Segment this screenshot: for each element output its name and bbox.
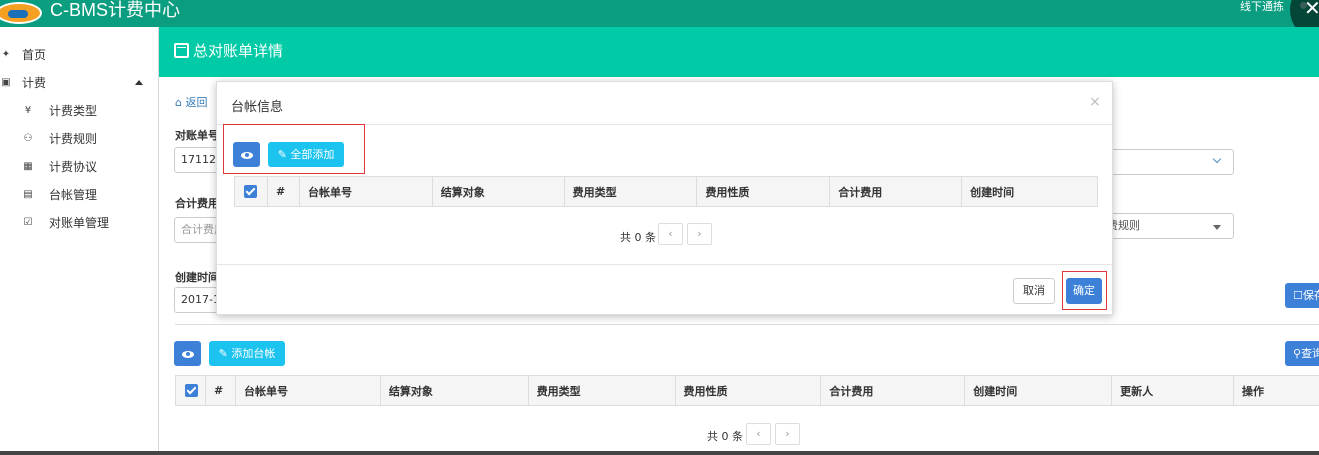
app-title: C-BMS计费中心: [50, 0, 180, 20]
chevron-up-icon: [135, 80, 143, 85]
sidebar: ✦ 首页 ▣ 计费 ¥ 计费类型 ⚇ 计费规则 ▦ 计费协议 ▤ 台帐管理 ☑ …: [0, 27, 159, 455]
modal-footer-divider: [217, 264, 1112, 265]
table-header-row: # 台帐单号 结算对象 费用类型 费用性质 合计费用 创建时间 更新人 操作: [175, 375, 1319, 406]
calendar-icon: ▦: [23, 161, 33, 172]
modal-pager-next-button[interactable]: ›: [687, 223, 712, 245]
col-fee-nature: 费用性质: [696, 176, 831, 207]
pager-next-button[interactable]: ›: [775, 423, 800, 445]
query-button[interactable]: ⚲查询: [1285, 341, 1319, 366]
calendar-check-icon: ☑: [23, 217, 33, 228]
divider: [175, 324, 1319, 325]
sidebar-item-billing-rules[interactable]: ⚇ 计费规则: [0, 125, 159, 153]
table-header-row: # 台帐单号 结算对象 费用类型 费用性质 合计费用 创建时间: [234, 176, 1098, 207]
home-icon: ✦: [1, 49, 11, 60]
checkbox-icon: [244, 185, 257, 199]
sidebar-item-billing-type[interactable]: ¥ 计费类型: [0, 97, 159, 125]
user-menu[interactable]: 线下通拣: [1240, 0, 1284, 13]
select-all-checkbox[interactable]: [175, 375, 206, 406]
col-updater: 更新人: [1111, 375, 1235, 406]
col-index: #: [266, 176, 300, 207]
page-header: 总对账单详情: [159, 27, 1319, 77]
sidebar-item-billing[interactable]: ▣ 计费: [0, 69, 159, 97]
modal-pager-total: 共 0 条: [620, 231, 656, 244]
col-total-fee: 合计费用: [829, 176, 963, 207]
highlight-box-confirm: [1062, 271, 1107, 310]
app-logo: [0, 2, 42, 24]
eye-icon: [181, 350, 194, 358]
total-fee-label: 合计费用: [175, 197, 219, 210]
sidebar-item-ledger[interactable]: ▤ 台帐管理: [0, 181, 159, 209]
sitemap-icon: ⚇: [23, 133, 33, 144]
col-actions: 操作: [1233, 375, 1319, 406]
cancel-button[interactable]: 取消: [1013, 278, 1055, 304]
highlight-box-add-all: [223, 124, 365, 174]
col-created-time: 创建时间: [964, 375, 1113, 406]
save-button[interactable]: ☐保存: [1285, 283, 1319, 308]
building-icon: ▤: [23, 189, 33, 200]
yen-icon: ¥: [24, 105, 32, 116]
col-ledger-no: 台帐单号: [298, 176, 433, 207]
statement-no-label: 对账单号: [175, 129, 219, 142]
modal-pager-prev-button[interactable]: ‹: [658, 223, 683, 245]
caret-down-icon: [1213, 225, 1221, 230]
col-total-fee: 合计费用: [820, 375, 966, 406]
bottom-bar: [0, 451, 1319, 455]
pager-total: 共 0 条: [707, 430, 743, 443]
calendar-check-icon: [174, 43, 189, 58]
folder-icon: ▣: [1, 77, 11, 88]
col-settlement-object: 结算对象: [431, 176, 565, 207]
col-index: #: [204, 375, 236, 406]
ledger-table: # 台帐单号 结算对象 费用类型 费用性质 合计费用 创建时间 更新人 操作: [175, 375, 1319, 406]
col-fee-type: 费用类型: [527, 375, 676, 406]
col-fee-nature: 费用性质: [674, 375, 822, 406]
sidebar-item-statement[interactable]: ☑ 对账单管理: [0, 209, 159, 237]
created-time-label: 创建时间: [175, 271, 219, 284]
col-created-time: 创建时间: [961, 176, 1098, 207]
view-button[interactable]: [174, 341, 201, 366]
settlement-select[interactable]: [1100, 149, 1234, 175]
modal-select-all-checkbox[interactable]: [234, 176, 268, 207]
add-ledger-button[interactable]: ✎ 添加台帐: [209, 341, 285, 366]
sidebar-item-billing-agreement[interactable]: ▦ 计费协议: [0, 153, 159, 181]
modal-header: 台帐信息 ×: [217, 82, 1112, 125]
col-ledger-no: 台帐单号: [234, 375, 381, 406]
pager-prev-button[interactable]: ‹: [746, 423, 771, 445]
back-link[interactable]: ⌂ 返回: [175, 94, 207, 110]
checkbox-icon: [185, 384, 198, 398]
modal-ledger-table: # 台帐单号 结算对象 费用类型 费用性质 合计费用 创建时间: [234, 176, 1098, 207]
top-bar: C-BMS计费中心 线下通拣: [0, 0, 1319, 27]
col-fee-type: 费用类型: [563, 176, 698, 207]
col-settlement-object: 结算对象: [379, 375, 529, 406]
ledger-modal: 台帐信息 × ✎ 全部添加 # 台帐单号 结算对象 费用类型 费用性质 合计费用…: [216, 81, 1113, 315]
modal-title: 台帐信息: [231, 100, 284, 115]
close-icon[interactable]: ✕: [1304, 0, 1319, 20]
page-title: 总对账单详情: [193, 42, 284, 60]
modal-close-button[interactable]: ×: [1089, 94, 1101, 110]
sidebar-item-home[interactable]: ✦ 首页: [0, 41, 159, 69]
